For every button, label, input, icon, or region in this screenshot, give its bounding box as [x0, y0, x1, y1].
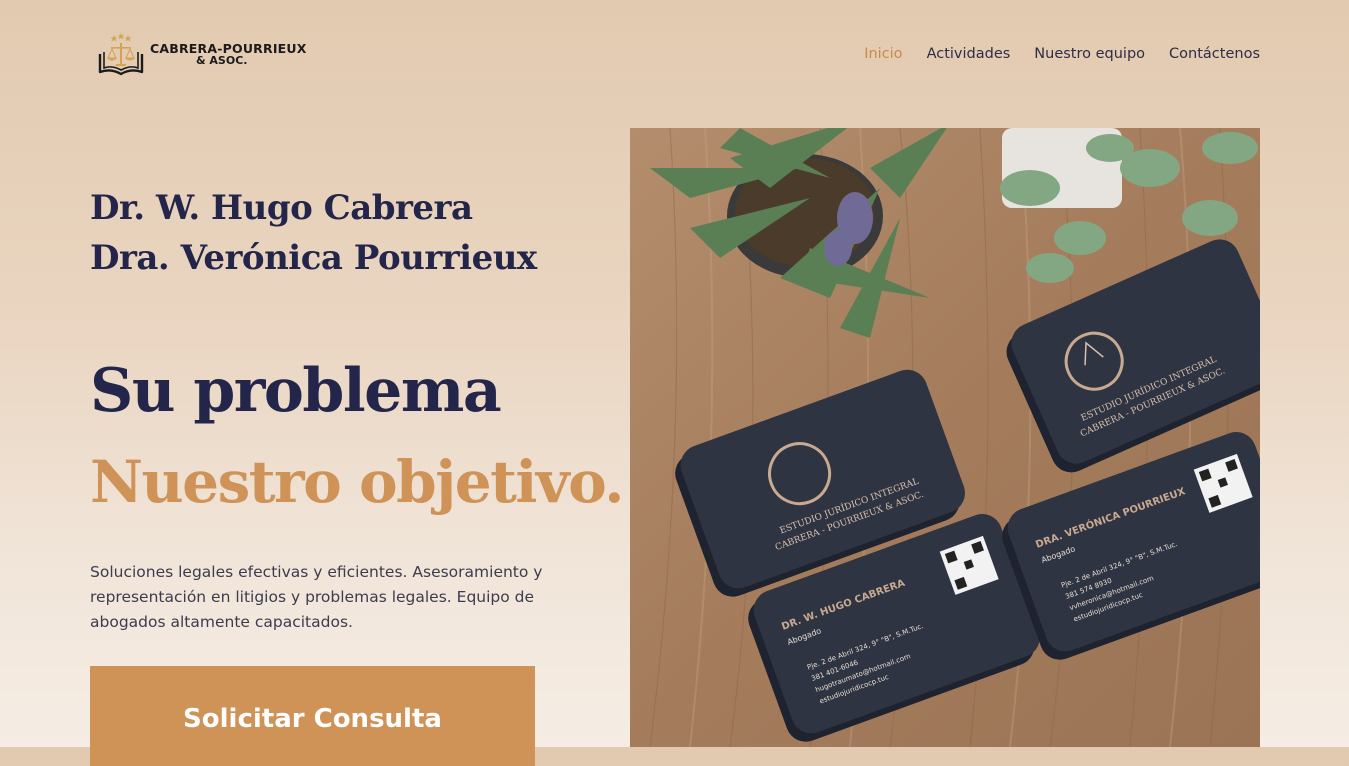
scales-of-justice-icon [98, 33, 144, 76]
star-icon [110, 35, 118, 42]
headline-secondary: Nuestro objetivo. [90, 448, 624, 516]
headline-primary: Su problema [90, 356, 502, 426]
nav-actividades[interactable]: Actividades [927, 46, 1011, 62]
hero-description: Soluciones legales efectivas y eficiente… [90, 562, 543, 631]
nav-nuestro-equipo[interactable]: Nuestro equipo [1034, 46, 1145, 62]
lawyer-name-1: Dr. W. Hugo Cabrera [90, 188, 473, 228]
request-consultation-button[interactable]: Solicitar Consulta [90, 666, 535, 766]
cta-label: Solicitar Consulta [183, 704, 442, 734]
nav-inicio[interactable]: Inicio [864, 46, 902, 62]
lawyer-names: Dr. W. Hugo Cabrera Dra. Verónica Pourri… [90, 183, 537, 283]
business-cards-photo: ESTUDIO JURÍDICO INTEGRAL CABRERA - POUR… [630, 128, 1260, 747]
business-cards-illustration: ESTUDIO JURÍDICO INTEGRAL CABRERA - POUR… [630, 128, 1260, 747]
nav-contactenos[interactable]: Contáctenos [1169, 46, 1260, 62]
lawyer-name-2: Dra. Verónica Pourrieux [90, 238, 537, 278]
star-icon [124, 35, 132, 42]
logo[interactable]: CABRERA-POURRIEUX & ASOC. [97, 32, 307, 78]
logo-text: CABRERA-POURRIEUX & ASOC. [150, 42, 307, 67]
star-icon [117, 33, 125, 40]
logo-line-2: & ASOC. [196, 54, 248, 67]
main-nav: Inicio Actividades Nuestro equipo Contác… [864, 46, 1260, 62]
